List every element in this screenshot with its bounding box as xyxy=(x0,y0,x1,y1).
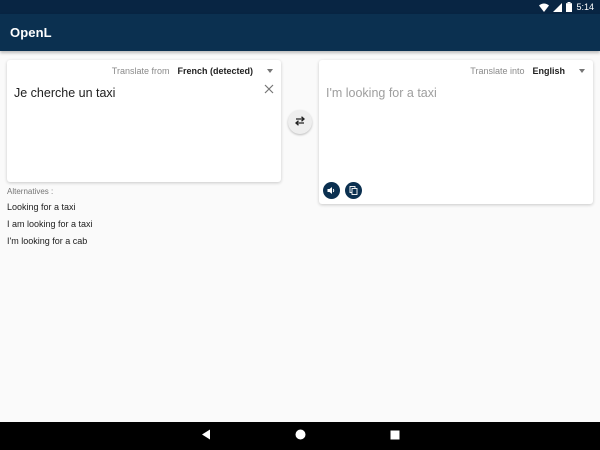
source-card: Translate from French (detected) Je cher… xyxy=(7,60,281,182)
alternative-item[interactable]: I am looking for a taxi xyxy=(7,219,287,236)
source-language-selector[interactable]: Translate from French (detected) xyxy=(112,65,273,77)
home-circle-icon xyxy=(295,427,306,445)
alternatives-caption: Alternatives : xyxy=(7,187,54,196)
recents-square-icon xyxy=(390,427,400,445)
source-text-input[interactable]: Je cherche un taxi xyxy=(14,86,115,100)
chevron-down-icon xyxy=(267,69,273,73)
copy-icon xyxy=(349,182,358,200)
swap-languages-button[interactable] xyxy=(288,110,312,134)
alternative-item[interactable]: I'm looking for a cab xyxy=(7,236,287,253)
source-language-caption: Translate from xyxy=(111,66,170,76)
copy-button[interactable] xyxy=(345,182,362,199)
app-bar: OpenL xyxy=(0,14,600,51)
nav-back-button[interactable] xyxy=(199,429,213,443)
chevron-down-icon xyxy=(579,69,585,73)
target-language-caption: Translate into xyxy=(470,66,525,76)
close-icon xyxy=(264,81,274,99)
speak-button[interactable] xyxy=(323,182,340,199)
status-time: 5:14 xyxy=(576,2,594,12)
nav-home-button[interactable] xyxy=(293,429,307,443)
swap-icon xyxy=(294,113,306,131)
volume-icon xyxy=(327,182,336,200)
navigation-bar xyxy=(0,422,600,450)
battery-icon xyxy=(566,2,573,12)
app-title: OpenL xyxy=(10,25,52,40)
signal-icon xyxy=(553,2,563,12)
target-card: Translate into English I'm looking for a… xyxy=(319,60,593,204)
alternatives-section: Alternatives : Looking for a taxi I am l… xyxy=(7,187,287,253)
wifi-icon xyxy=(539,3,550,12)
status-bar: 5:14 xyxy=(0,0,600,14)
target-language-selector[interactable]: Translate into English xyxy=(470,65,585,77)
target-text-output: I'm looking for a taxi xyxy=(326,86,437,100)
alternative-item[interactable]: Looking for a taxi xyxy=(7,202,287,219)
target-language-value: English xyxy=(532,66,565,76)
nav-recents-button[interactable] xyxy=(388,429,402,443)
source-language-value: French (detected) xyxy=(177,66,253,76)
back-triangle-icon xyxy=(201,427,211,445)
clear-button[interactable] xyxy=(263,84,275,96)
